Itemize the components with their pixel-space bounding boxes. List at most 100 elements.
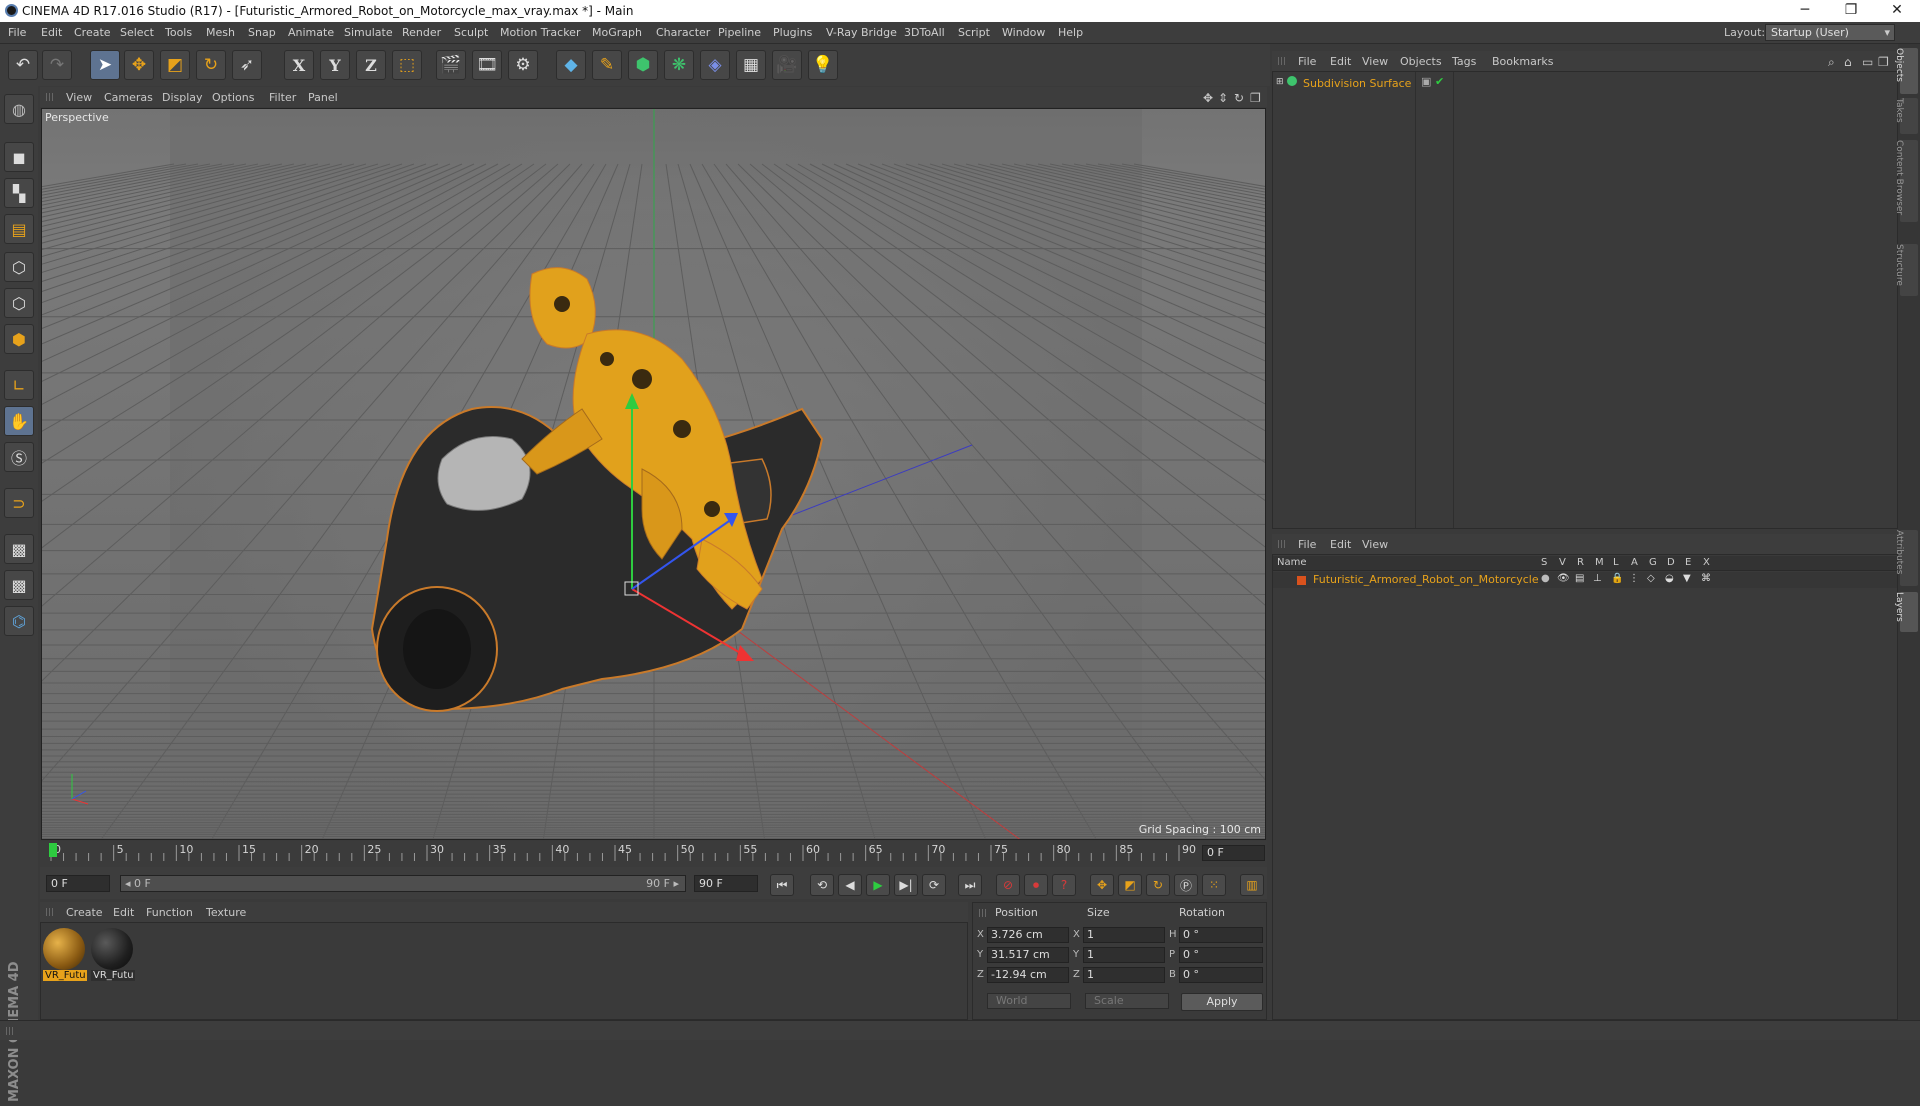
snap-icon[interactable]: Ⓢ bbox=[4, 442, 34, 472]
expression-toggle-icon[interactable]: ▼ bbox=[1683, 573, 1691, 584]
axis-mode-icon[interactable]: ∟ bbox=[4, 370, 34, 400]
expand-icon[interactable]: ⊞ bbox=[1276, 77, 1284, 87]
object-menu-file[interactable]: File bbox=[1298, 55, 1316, 68]
menu-pipeline[interactable]: Pipeline bbox=[718, 26, 761, 39]
panel-grip[interactable] bbox=[979, 909, 987, 917]
visible-toggle-icon[interactable]: 👁 bbox=[1557, 573, 1570, 584]
spline-pen-icon[interactable]: ✎ bbox=[592, 50, 622, 80]
material-menu-edit[interactable]: Edit bbox=[113, 906, 134, 919]
panel-grip[interactable] bbox=[46, 908, 54, 916]
lock-toggle-icon[interactable]: 🔒 bbox=[1611, 573, 1623, 584]
autokeying-icon[interactable]: ⏺ bbox=[1024, 874, 1048, 896]
object-menu-edit[interactable]: Edit bbox=[1330, 55, 1351, 68]
locked-workplane-icon[interactable]: ▩ bbox=[4, 570, 34, 600]
menu-tools[interactable]: Tools bbox=[165, 26, 192, 39]
timeline-scale[interactable]: 0 5 10 15 20 25 30 35 40 45 50 55 60 65 70 75 80 85 90 bbox=[49, 841, 1196, 863]
layer-color-swatch[interactable] bbox=[1297, 576, 1306, 585]
object-menu-view[interactable]: View bbox=[1362, 55, 1388, 68]
polygons-mode-icon[interactable]: ⬢ bbox=[4, 324, 34, 354]
menu-vray-bridge[interactable]: V-Ray Bridge bbox=[826, 26, 897, 39]
scale-key-icon[interactable]: ◩ bbox=[1118, 874, 1142, 896]
floor-icon[interactable]: ▦ bbox=[736, 50, 766, 80]
subdivision-surface-icon[interactable]: ⬢ bbox=[628, 50, 658, 80]
position-y-field[interactable]: 31.517 cm bbox=[987, 947, 1069, 963]
keyframe-selection-icon[interactable]: ? bbox=[1052, 874, 1076, 896]
material-menu-texture[interactable]: Texture bbox=[206, 906, 246, 919]
panel-grip[interactable] bbox=[6, 1027, 14, 1035]
object-menu-bookmarks[interactable]: Bookmarks bbox=[1492, 55, 1553, 68]
object-menu-objects[interactable]: Objects bbox=[1400, 55, 1442, 68]
cube-primitive-icon[interactable]: ◆ bbox=[556, 50, 586, 80]
menu-file[interactable]: File bbox=[8, 26, 26, 39]
deformer-toggle-icon[interactable]: ◒ bbox=[1665, 573, 1674, 584]
live-selection-icon[interactable]: ➤ bbox=[90, 50, 120, 80]
timeline-window-icon[interactable]: ▥ bbox=[1240, 874, 1264, 896]
menu-window[interactable]: Window bbox=[1002, 26, 1045, 39]
viewport-menu-filter[interactable]: Filter bbox=[269, 91, 296, 104]
menu-edit[interactable]: Edit bbox=[41, 26, 62, 39]
viewport-nav-move-icon[interactable]: ✥ bbox=[1203, 91, 1213, 105]
python-icon[interactable]: ⌬ bbox=[4, 606, 34, 636]
tab-layers[interactable]: Layers bbox=[1894, 592, 1918, 632]
material-swatch[interactable]: VR_Futu bbox=[91, 928, 135, 986]
panel-grip[interactable] bbox=[1278, 540, 1286, 548]
end-frame-field[interactable]: 90 F bbox=[694, 875, 758, 892]
render-toggle-icon[interactable]: ▤ bbox=[1575, 573, 1584, 584]
layer-menu-view[interactable]: View bbox=[1362, 538, 1388, 551]
light-icon[interactable]: 💡 bbox=[808, 50, 838, 80]
magnet-icon[interactable]: ⊃ bbox=[4, 488, 34, 518]
home-icon[interactable]: ⌂ bbox=[1844, 55, 1852, 69]
search-icon[interactable]: ⌕ bbox=[1828, 55, 1835, 70]
tweak-mode-icon[interactable]: ✋ bbox=[4, 406, 34, 436]
panel-grip[interactable] bbox=[1278, 57, 1286, 65]
rotation-key-icon[interactable]: ↻ bbox=[1146, 874, 1170, 896]
size-x-field[interactable]: 1 bbox=[1083, 927, 1165, 943]
render-picture-viewer-icon[interactable]: 🎞 bbox=[472, 50, 502, 80]
object-menu-tags[interactable]: Tags bbox=[1452, 55, 1476, 68]
viewport-maximize-icon[interactable]: ❐ bbox=[1250, 91, 1261, 105]
layer-row[interactable]: Futuristic_Armored_Robot_on_Motorcycle ●… bbox=[1273, 572, 1897, 588]
size-y-field[interactable]: 1 bbox=[1083, 947, 1165, 963]
z-axis-lock-button[interactable]: Z bbox=[356, 50, 386, 80]
material-swatch[interactable]: VR_Futu bbox=[43, 928, 87, 986]
position-z-field[interactable]: -12.94 cm bbox=[987, 967, 1069, 983]
tab-content-browser[interactable]: Content Browser bbox=[1894, 140, 1918, 222]
rotation-p-field[interactable]: 0 ° bbox=[1179, 947, 1263, 963]
panel-grip[interactable] bbox=[46, 93, 54, 101]
points-mode-icon[interactable]: ⬡ bbox=[4, 252, 34, 282]
viewport-nav-rotate-icon[interactable]: ↻ bbox=[1234, 91, 1244, 105]
viewport-menu-options[interactable]: Options bbox=[212, 91, 254, 104]
restore-button[interactable]: ❐ bbox=[1828, 0, 1874, 22]
solo-toggle-icon[interactable]: ● bbox=[1541, 573, 1550, 584]
next-keyframe-icon[interactable]: ⟳ bbox=[922, 874, 946, 896]
menu-select[interactable]: Select bbox=[120, 26, 154, 39]
size-mode-dropdown[interactable]: Scale bbox=[1085, 993, 1169, 1009]
size-z-field[interactable]: 1 bbox=[1083, 967, 1165, 983]
y-axis-lock-button[interactable]: Y bbox=[320, 50, 350, 80]
coordinate-system-icon[interactable]: ⬚ bbox=[392, 50, 422, 80]
close-button[interactable]: ✕ bbox=[1874, 0, 1920, 22]
maximize-panel-icon[interactable]: ❐ bbox=[1878, 55, 1889, 69]
parameter-key-icon[interactable]: Ⓟ bbox=[1174, 874, 1198, 896]
layer-color-icon[interactable]: ▣ bbox=[1421, 75, 1431, 88]
start-frame-field[interactable]: 0 F bbox=[46, 875, 110, 892]
coordinate-space-dropdown[interactable]: World bbox=[987, 993, 1071, 1009]
object-subdivision-surface[interactable]: Subdivision Surface bbox=[1303, 77, 1411, 90]
menu-snap[interactable]: Snap bbox=[248, 26, 276, 39]
point-level-key-icon[interactable]: ⁙ bbox=[1202, 874, 1226, 896]
previous-frame-icon[interactable]: ◀ bbox=[838, 874, 862, 896]
redo-icon[interactable]: ↷ bbox=[42, 50, 72, 80]
move-tool-icon[interactable]: ✥ bbox=[124, 50, 154, 80]
manager-toggle-icon[interactable]: ⊥ bbox=[1593, 573, 1602, 584]
x-axis-lock-button[interactable]: X bbox=[284, 50, 314, 80]
menu-sculpt[interactable]: Sculpt bbox=[454, 26, 488, 39]
recent-tool-icon[interactable]: ➶ bbox=[232, 50, 262, 80]
animation-toggle-icon[interactable]: ⋮ bbox=[1629, 573, 1639, 584]
menu-plugins[interactable]: Plugins bbox=[773, 26, 812, 39]
menu-animate[interactable]: Animate bbox=[288, 26, 334, 39]
playhead[interactable] bbox=[49, 843, 57, 857]
render-view-icon[interactable]: 🎬 bbox=[436, 50, 466, 80]
rotation-b-field[interactable]: 0 ° bbox=[1179, 967, 1263, 983]
enabled-check-icon[interactable]: ✔ bbox=[1435, 75, 1444, 88]
model-mode-icon[interactable]: ◼ bbox=[4, 142, 34, 172]
